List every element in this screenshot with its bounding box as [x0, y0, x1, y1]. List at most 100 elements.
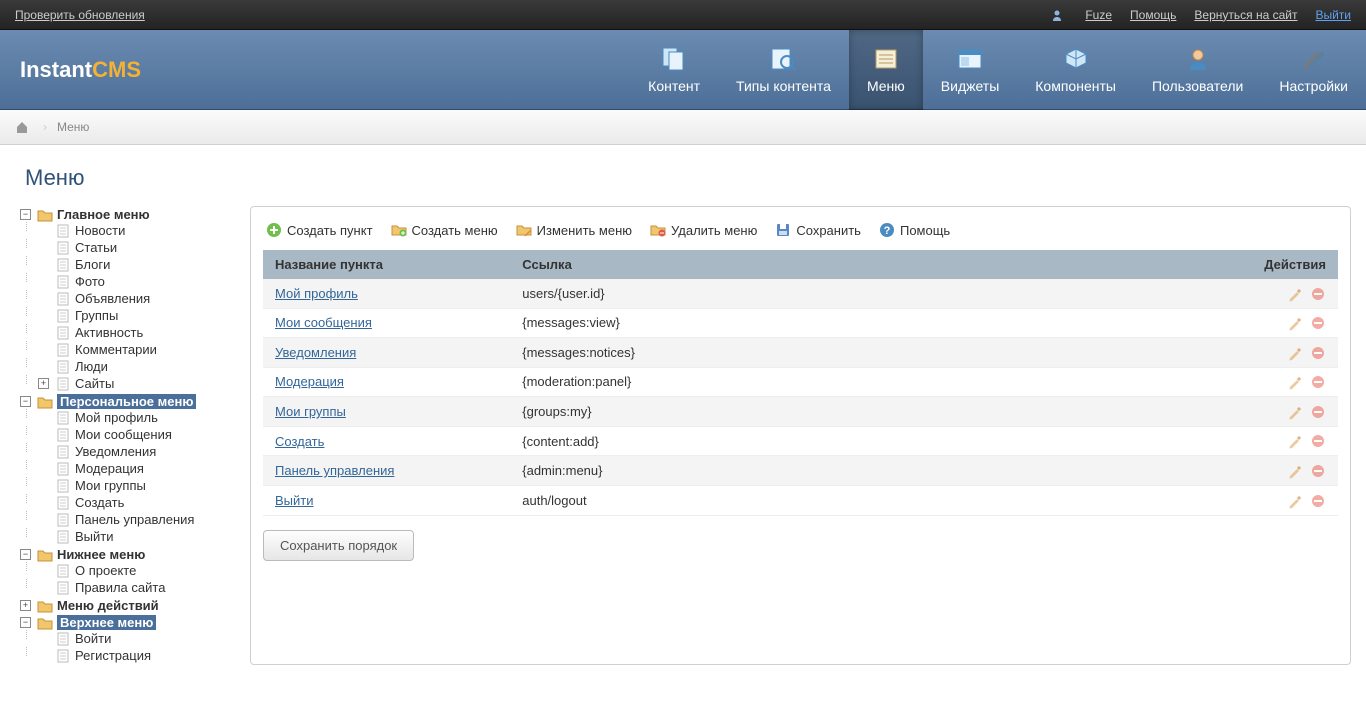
edit-icon[interactable]	[1287, 463, 1303, 479]
tree-toggle[interactable]: +	[38, 378, 49, 389]
tree-item[interactable]: Регистрация	[38, 648, 235, 663]
item-title-link[interactable]: Уведомления	[275, 345, 356, 360]
nav-components[interactable]: Компоненты	[1017, 30, 1134, 110]
tree-item[interactable]: Фото	[38, 274, 235, 289]
nav-content[interactable]: Контент	[630, 30, 718, 110]
tree-item[interactable]: О проекте	[38, 563, 235, 578]
tree-item[interactable]: + Сайты	[38, 376, 235, 391]
toolbar-label: Помощь	[900, 223, 950, 238]
tree-item[interactable]: Правила сайта	[38, 580, 235, 595]
page-icon	[55, 377, 71, 391]
delete-icon[interactable]	[1310, 463, 1326, 479]
tree-toggle[interactable]: −	[20, 396, 31, 407]
delete-icon[interactable]	[1310, 345, 1326, 361]
tree-item-label: Регистрация	[75, 648, 151, 663]
nav-label: Компоненты	[1035, 78, 1116, 94]
tree-item[interactable]: Панель управления	[38, 512, 235, 527]
tree-item[interactable]: Активность	[38, 325, 235, 340]
tree-item-label: Мой профиль	[75, 410, 158, 425]
nav-widgets[interactable]: Виджеты	[923, 30, 1018, 110]
tree-item-label: Новости	[75, 223, 125, 238]
delete-icon[interactable]	[1310, 374, 1326, 390]
tree-item[interactable]: Комментарии	[38, 342, 235, 357]
item-title-link[interactable]: Выйти	[275, 493, 314, 508]
tree-item[interactable]: Войти	[38, 631, 235, 646]
tree-item-label: Блоги	[75, 257, 110, 272]
create-item-button[interactable]: Создать пункт	[266, 222, 373, 238]
nav-menu[interactable]: Меню	[849, 30, 923, 110]
edit-icon[interactable]	[1287, 315, 1303, 331]
tree-item[interactable]: Блоги	[38, 257, 235, 272]
tree-item[interactable]: Новости	[38, 223, 235, 238]
tree-folder[interactable]: − Главное меню	[20, 207, 235, 222]
tree-item[interactable]: Мои группы	[38, 478, 235, 493]
menu-icon	[871, 46, 901, 72]
edit-icon[interactable]	[1287, 374, 1303, 390]
edit-icon[interactable]	[1287, 345, 1303, 361]
top-bar: Проверить обновления Fuze Помощь Вернуть…	[0, 0, 1366, 30]
tree-item[interactable]: Группы	[38, 308, 235, 323]
item-title-link[interactable]: Создать	[275, 434, 324, 449]
tree-toggle[interactable]: −	[20, 549, 31, 560]
tree-folder[interactable]: − Нижнее меню	[20, 547, 235, 562]
tree-item[interactable]: Создать	[38, 495, 235, 510]
tree-toggle[interactable]: −	[20, 209, 31, 220]
page-title: Меню	[0, 145, 1366, 206]
tree-item[interactable]: Модерация	[38, 461, 235, 476]
check-updates-link[interactable]: Проверить обновления	[15, 8, 145, 22]
help-button[interactable]: ? Помощь	[879, 222, 950, 238]
delete-icon[interactable]	[1310, 315, 1326, 331]
back-to-site-link[interactable]: Вернуться на сайт	[1194, 8, 1297, 22]
help-link[interactable]: Помощь	[1130, 8, 1176, 22]
logout-link[interactable]: Выйти	[1315, 8, 1351, 22]
item-title-link[interactable]: Мой профиль	[275, 286, 358, 301]
delete-icon[interactable]	[1310, 286, 1326, 302]
tree-item[interactable]: Мои сообщения	[38, 427, 235, 442]
home-icon[interactable]	[15, 120, 29, 134]
folder-icon	[37, 599, 53, 613]
tree-item[interactable]: Мой профиль	[38, 410, 235, 425]
tree-item[interactable]: Выйти	[38, 529, 235, 544]
page-icon	[55, 275, 71, 289]
edit-icon[interactable]	[1287, 286, 1303, 302]
tree-item-label: Панель управления	[75, 512, 194, 527]
edit-icon[interactable]	[1287, 433, 1303, 449]
tree-item-label: Объявления	[75, 291, 150, 306]
item-title-link[interactable]: Мои сообщения	[275, 315, 372, 330]
toolbar-label: Удалить меню	[671, 223, 757, 238]
delete-icon[interactable]	[1310, 493, 1326, 509]
tree-folder[interactable]: − Верхнее меню	[20, 615, 235, 630]
edit-icon[interactable]	[1287, 404, 1303, 420]
tree-item[interactable]: Уведомления	[38, 444, 235, 459]
item-link-cell: {content:add}	[510, 426, 1238, 456]
tree-item[interactable]: Люди	[38, 359, 235, 374]
tree-toggle[interactable]: +	[20, 600, 31, 611]
tree-toggle[interactable]: −	[20, 617, 31, 628]
tree-folder[interactable]: − Персональное меню	[20, 394, 235, 409]
edit-icon[interactable]	[1287, 493, 1303, 509]
delete-icon[interactable]	[1310, 433, 1326, 449]
delete-icon[interactable]	[1310, 404, 1326, 420]
nav-users[interactable]: Пользователи	[1134, 30, 1261, 110]
users-icon	[1183, 46, 1213, 72]
edit-menu-button[interactable]: Изменить меню	[516, 222, 632, 238]
item-title-link[interactable]: Мои группы	[275, 404, 346, 419]
create-menu-button[interactable]: Создать меню	[391, 222, 498, 238]
nav-label: Контент	[648, 78, 700, 94]
save-button[interactable]: Сохранить	[775, 222, 861, 238]
item-title-link[interactable]: Модерация	[275, 374, 344, 389]
table-row: Создать {content:add}	[263, 426, 1338, 456]
tree-folder[interactable]: + Меню действий	[20, 598, 235, 613]
save-order-button[interactable]: Сохранить порядок	[263, 530, 414, 561]
nav-settings[interactable]: Настройки	[1261, 30, 1366, 110]
tree-item[interactable]: Объявления	[38, 291, 235, 306]
page-icon	[55, 224, 71, 238]
nav-label: Настройки	[1279, 78, 1348, 94]
page-icon	[55, 258, 71, 272]
current-user-link[interactable]: Fuze	[1085, 8, 1112, 22]
item-title-link[interactable]: Панель управления	[275, 463, 394, 478]
delete-menu-button[interactable]: Удалить меню	[650, 222, 757, 238]
page-icon	[55, 649, 71, 663]
tree-item[interactable]: Статьи	[38, 240, 235, 255]
nav-content-types[interactable]: Типы контента	[718, 30, 849, 110]
